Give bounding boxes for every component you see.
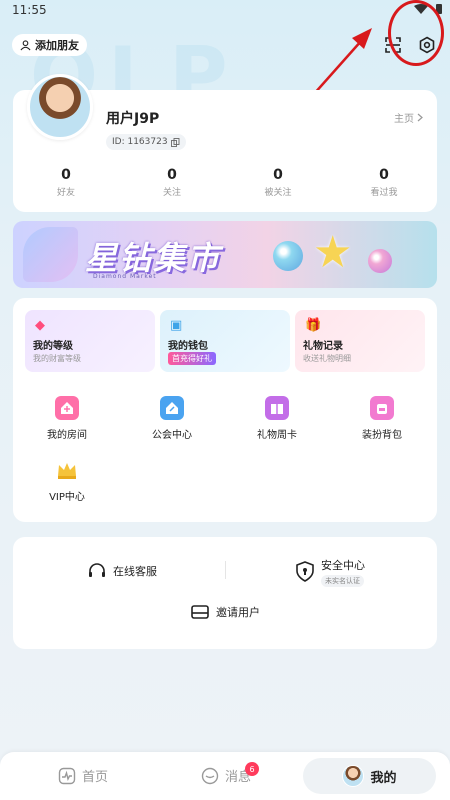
- stat-following[interactable]: 0 关注: [119, 167, 225, 198]
- stat-followers[interactable]: 0 被关注: [225, 167, 331, 198]
- chevron-right-icon: [417, 113, 423, 122]
- gem-decoration: [368, 249, 392, 273]
- bottom-tab-bar: 首页 消息 我的: [0, 752, 450, 800]
- tile-my-wallet[interactable]: ▣ 我的钱包 首充得好礼: [160, 310, 290, 372]
- home-pulse-icon: [58, 767, 76, 784]
- grid-guild-center[interactable]: 公会中心: [122, 396, 222, 441]
- online-support-label: 在线客服: [113, 565, 157, 578]
- tile-subtitle: 我的财富等级: [33, 354, 81, 363]
- security-center-label: 安全中心: [321, 559, 365, 572]
- tile-title: 我的等级: [33, 341, 73, 352]
- diamond-market-banner[interactable]: ★ 星钻集市 Diamond Market: [13, 221, 437, 288]
- house-icon: [55, 396, 79, 420]
- tile-subtitle: 收送礼物明细: [303, 354, 351, 363]
- invite-user-button[interactable]: 邀请用户: [190, 603, 260, 621]
- stats-row: 0 好友 0 关注 0 被关注 0 看过我: [13, 167, 437, 198]
- backpack-icon: [370, 396, 394, 420]
- grid-label: 装扮背包: [362, 430, 402, 441]
- tile-title: 我的钱包: [168, 341, 208, 352]
- tile-title: 礼物记录: [303, 341, 343, 352]
- mail-icon: [191, 605, 209, 619]
- grid-gift-weekly-card[interactable]: 礼物周卡: [227, 396, 327, 441]
- tab-me-label: 我的: [370, 770, 397, 786]
- add-friend-button[interactable]: 添加朋友: [12, 34, 87, 56]
- chat-icon: [201, 767, 219, 784]
- star-decoration: ★: [313, 227, 353, 278]
- wallet-icon: ▣: [170, 318, 183, 333]
- grid-label: 公会中心: [152, 430, 192, 441]
- banner-subtitle: Diamond Market: [93, 273, 157, 280]
- grid-my-room[interactable]: 我的房间: [17, 396, 117, 441]
- tab-me[interactable]: 我的: [303, 758, 436, 794]
- tile-gift-record[interactable]: 🎁 礼物记录 收送礼物明细: [295, 310, 425, 372]
- grid-label: VIP中心: [49, 492, 85, 503]
- headset-icon: [89, 563, 105, 577]
- butterfly-wing-decoration: [23, 227, 78, 282]
- messages-badge: 6: [245, 762, 259, 776]
- annotation-circle: [388, 0, 444, 66]
- username: 用户J9P: [106, 111, 160, 127]
- avatar[interactable]: [27, 74, 93, 140]
- online-support-button[interactable]: 在线客服: [87, 561, 157, 581]
- tile-tag: 首充得好礼: [168, 352, 216, 365]
- tab-home-label: 首页: [82, 770, 109, 785]
- gift-card-icon: [265, 396, 289, 420]
- grid-label: 我的房间: [47, 430, 87, 441]
- grid-vip-center[interactable]: VIP中心: [17, 458, 117, 503]
- grid-outfit-backpack[interactable]: 装扮背包: [332, 396, 432, 441]
- divider: [225, 561, 226, 579]
- diamond-icon: ◆: [35, 318, 45, 333]
- stat-friends[interactable]: 0 好友: [13, 167, 119, 198]
- copy-icon[interactable]: [170, 137, 180, 147]
- grid-label: 礼物周卡: [257, 430, 297, 441]
- gift-icon: 🎁: [305, 318, 322, 333]
- add-friend-label: 添加朋友: [35, 39, 79, 52]
- home-link-label: 主页: [394, 114, 414, 125]
- tile-my-level[interactable]: ◆ 我的等级 我的财富等级: [25, 310, 155, 372]
- stat-visitors[interactable]: 0 看过我: [331, 167, 437, 198]
- status-bar: 11:55: [0, 0, 450, 22]
- tab-home[interactable]: 首页: [58, 766, 108, 785]
- profile-card: 用户J9P ID: 1163723 主页 0 好友 0 关注 0 被关注 0 看过我: [13, 74, 437, 212]
- tab-messages[interactable]: 消息: [201, 766, 251, 785]
- shield-icon: [296, 561, 314, 582]
- services-card: 在线客服 安全中心 未实名认证 邀请用户: [13, 537, 437, 649]
- function-card: ◆ 我的等级 我的财富等级 ▣ 我的钱包 首充得好礼 🎁 礼物记录 收送礼物明细…: [13, 298, 437, 522]
- home-link[interactable]: 主页: [394, 110, 423, 125]
- user-id: ID: 1163723: [112, 137, 168, 147]
- avatar: [342, 765, 365, 787]
- invite-user-label: 邀请用户: [216, 606, 260, 619]
- security-status-badge: 未实名认证: [321, 575, 364, 587]
- status-time: 11:55: [12, 3, 47, 17]
- security-center-button[interactable]: 安全中心 未实名认证: [295, 557, 365, 587]
- guild-icon: [160, 396, 184, 420]
- gem-decoration: [273, 241, 303, 271]
- add-user-icon: [20, 39, 31, 50]
- crown-icon: [55, 458, 79, 482]
- user-id-badge[interactable]: ID: 1163723: [106, 134, 186, 150]
